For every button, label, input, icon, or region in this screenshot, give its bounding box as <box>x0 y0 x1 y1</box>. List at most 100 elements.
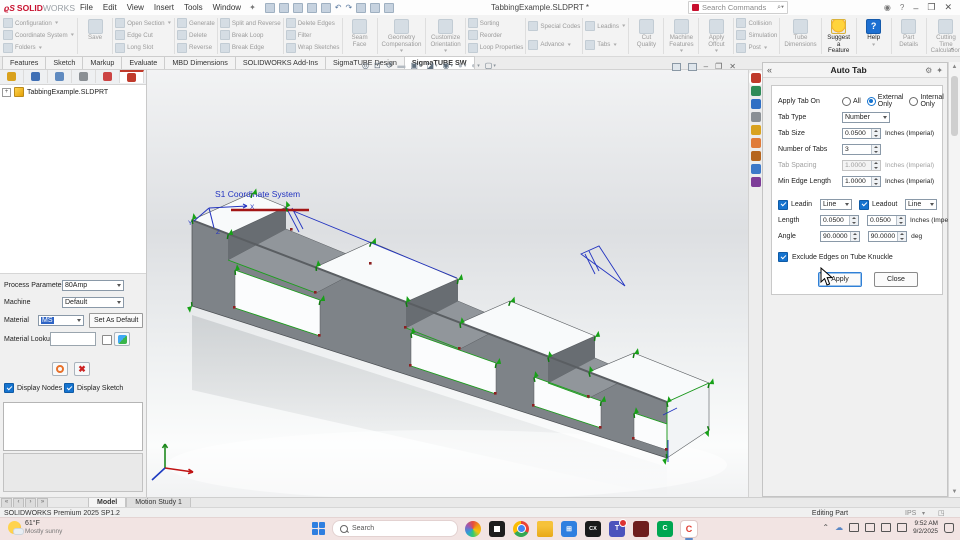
color-wheel-app-icon[interactable] <box>465 521 481 537</box>
spin-down-icon[interactable] <box>872 182 880 187</box>
spin-down-icon[interactable] <box>872 150 880 155</box>
panel-pin-icon[interactable]: ✦ <box>936 66 943 75</box>
seam-face-button[interactable]: Seam Face <box>345 17 375 48</box>
doc-restore-button[interactable]: ❐ <box>715 62 722 71</box>
open-section-button[interactable]: Open Section▼ <box>115 18 172 29</box>
snagit-icon[interactable]: C <box>681 521 697 537</box>
split-and-reverse-button[interactable]: Split and Reverse <box>220 18 281 29</box>
section-view-icon[interactable]: ▬ <box>397 61 405 70</box>
tree-expander-icon[interactable]: + <box>2 88 11 97</box>
reorder-button[interactable]: Reorder <box>468 30 524 41</box>
speaker-icon[interactable] <box>881 523 891 532</box>
print-icon[interactable] <box>321 3 331 13</box>
leadin-checkbox[interactable] <box>778 200 788 210</box>
menu-view[interactable]: View <box>122 3 149 12</box>
part-details-button[interactable]: Part Details <box>894 17 924 48</box>
custom-properties-icon[interactable] <box>751 164 761 174</box>
scroll-down-icon[interactable]: ▼ <box>951 489 958 495</box>
camtasia-icon[interactable]: C <box>657 521 673 537</box>
hide-show-items-icon[interactable]: ◉▾ <box>443 61 454 70</box>
cutting-time-calculation-button[interactable]: Cutting Time Calculation <box>929 17 960 55</box>
display-nodes-toggle[interactable]: Display Nodes <box>4 383 62 393</box>
material-lookup-checkbox[interactable] <box>102 335 112 345</box>
close-button[interactable]: ✕ <box>944 2 952 13</box>
task-host-icon[interactable] <box>489 521 505 537</box>
delete-nodes-button[interactable]: ✖ <box>74 362 90 376</box>
fm-tab-dimxpert-manager[interactable] <box>72 70 96 83</box>
open-document-icon[interactable] <box>293 3 303 13</box>
fm-tab-sigmatube-manager[interactable] <box>120 70 144 83</box>
tab-evaluate[interactable]: Evaluate <box>121 56 165 69</box>
chevron-up-icon[interactable]: ⌃ <box>822 523 829 532</box>
tab-size-spinner[interactable]: 0.0500 <box>842 128 881 139</box>
chrome-icon[interactable] <box>513 521 529 537</box>
tab-mbd-dimensions[interactable]: MBD Dimensions <box>164 56 236 69</box>
leadins-button[interactable]: Leadins▼ <box>585 21 626 32</box>
folders-button[interactable]: Folders▼ <box>3 42 75 53</box>
fm-tab-property-manager[interactable] <box>24 70 48 83</box>
graphics-viewport[interactable]: ◎⊡↺▬▣▾◪▾◉▾●▾◐▾▢▾ – ❐ ✕ <box>147 70 748 497</box>
internet-resources-icon[interactable] <box>751 86 761 96</box>
delete-button[interactable]: Delete <box>177 30 215 41</box>
break-edge-button[interactable]: Break Edge <box>220 42 281 53</box>
post-button[interactable]: Post▼ <box>736 42 777 53</box>
video-camera-icon[interactable] <box>897 523 907 532</box>
radio-dot-all[interactable] <box>842 97 851 106</box>
material-lookup-search-button[interactable] <box>114 332 130 346</box>
pane-single-icon[interactable] <box>688 63 697 71</box>
scroll-up-icon[interactable]: ▲ <box>951 64 958 70</box>
tab-features[interactable]: Features <box>2 56 46 69</box>
microphone-icon[interactable] <box>849 523 859 532</box>
menu-tools[interactable]: Tools <box>179 3 208 12</box>
panel-scrollbar[interactable]: ▲ ▼ <box>948 62 960 497</box>
radio-all[interactable]: All <box>842 97 861 106</box>
reverse-button[interactable]: Reverse <box>177 42 215 53</box>
long-slot-button[interactable]: Long Slot <box>115 42 172 53</box>
fm-tab-feature-manager[interactable] <box>0 70 24 83</box>
apply-offcut-button[interactable]: Apply Offcut▼ <box>701 17 731 55</box>
appearances-icon[interactable] <box>751 151 761 161</box>
view-orientation-icon[interactable]: ▣▾ <box>410 61 421 70</box>
menu-edit[interactable]: Edit <box>98 3 122 12</box>
generate-button[interactable]: Generate <box>177 18 215 29</box>
collision-button[interactable]: Collision <box>736 18 777 29</box>
doc-close-button[interactable]: ✕ <box>729 62 736 71</box>
units-chevron-icon[interactable]: ▾ <box>922 510 925 517</box>
security-app-icon[interactable] <box>633 521 649 537</box>
configuration-button[interactable]: Configuration▼ <box>3 18 75 29</box>
tab-sketch[interactable]: Sketch <box>45 56 83 69</box>
select-icon[interactable] <box>356 3 366 13</box>
display-sketch-toggle[interactable]: Display Sketch <box>64 383 123 393</box>
output-list-box[interactable] <box>3 402 143 451</box>
display-style-icon[interactable]: ◪▾ <box>426 61 437 70</box>
file-explorer-icon[interactable] <box>751 125 761 135</box>
taskbar-search[interactable]: Search <box>332 520 458 537</box>
user-account-icon[interactable]: ◉ <box>884 3 891 12</box>
search-commands-box[interactable]: Search Commands ⌕▾ <box>688 1 788 14</box>
cast-display-icon[interactable] <box>865 523 875 532</box>
tab-markup[interactable]: Markup <box>82 56 122 69</box>
break-loop-button[interactable]: Break Loop <box>220 30 281 41</box>
tab-type-select[interactable]: Number <box>842 112 890 123</box>
spin-down-icon[interactable] <box>872 166 880 171</box>
pane-split-icon[interactable] <box>672 63 681 71</box>
material-select[interactable]: MS <box>38 315 84 326</box>
leadin-angle-spinner[interactable]: 90.0000 <box>820 231 860 242</box>
display-sketch-checkbox[interactable] <box>64 383 74 393</box>
radio-dot-internal-only[interactable] <box>909 97 918 106</box>
3d-model-canvas[interactable]: S1 Coordinate System X Y Z <box>147 70 748 497</box>
tab-solidworks-add-ins[interactable]: SOLIDWORKS Add-Ins <box>235 56 326 69</box>
search-icon[interactable]: ⌕▾ <box>777 4 784 12</box>
scroll-thumb[interactable] <box>951 76 958 136</box>
panel-settings-gear-icon[interactable]: ⚙ <box>925 66 932 75</box>
radio-external-only[interactable]: External Only <box>867 94 904 108</box>
redo-icon[interactable]: ↷ <box>345 4 352 12</box>
simulation-button[interactable]: Simulation <box>736 30 777 41</box>
special-codes-button[interactable]: Special Codes <box>528 21 580 32</box>
save-document-icon[interactable] <box>307 3 317 13</box>
previous-view-icon[interactable]: ↺ <box>386 61 393 70</box>
spin-down-icon[interactable] <box>872 134 880 139</box>
edge-cut-button[interactable]: Edge Cut <box>115 30 172 41</box>
save-button[interactable]: Save <box>80 17 110 42</box>
file-explorer-icon[interactable] <box>537 521 553 537</box>
